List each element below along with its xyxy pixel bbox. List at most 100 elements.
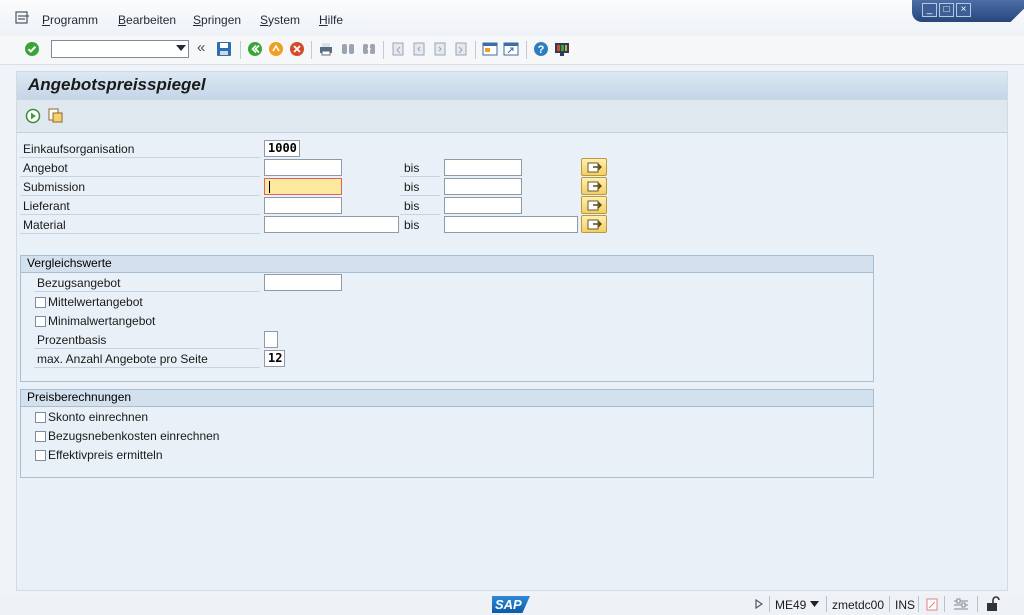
mittelwertangebot-label: Mittelwertangebot [48,295,143,309]
row-divider [20,195,260,196]
bezugsangebot-label: Bezugsangebot [37,276,121,290]
server-name: zmetdc00 [832,598,885,612]
lieferant-label: Lieferant [23,199,70,213]
material-label: Material [23,218,66,232]
menu-icon[interactable] [15,11,31,25]
bezugsangebot-field[interactable] [264,274,342,291]
material-from-field[interactable] [264,216,399,233]
document-icon [926,598,938,611]
submission-label: Submission [23,180,86,194]
menu-programm[interactable]: Programm [42,13,98,27]
next-page-icon[interactable] [432,41,448,57]
menu-hilfe[interactable]: Hilfe [319,13,343,27]
last-page-icon[interactable] [453,41,469,57]
row-divider [400,176,440,177]
command-field[interactable] [51,40,189,58]
einkaufsorganisation-field[interactable]: 1000 [264,140,300,157]
arrow-right-icon [587,219,602,230]
effektivpreis-label: Effektivpreis ermitteln [48,448,163,462]
text-cursor [269,181,270,193]
prozentbasis-field[interactable] [264,331,278,348]
menu-system[interactable]: System [260,13,300,27]
menu-springen[interactable]: Springen [193,13,241,27]
unlock-icon[interactable] [985,596,1003,612]
first-page-icon[interactable] [390,41,406,57]
mittelwertangebot-checkbox[interactable] [35,297,46,308]
row-divider [400,214,440,215]
lieferant-from-field[interactable] [264,197,342,214]
execute-icon[interactable] [25,108,41,124]
minimalwertangebot-checkbox[interactable] [35,316,46,327]
preisberechnungen-title: Preisberechnungen [21,390,873,407]
material-bis-label: bis [404,218,420,232]
angebot-to-field[interactable] [444,159,522,176]
application-toolbar [17,100,1007,133]
back-icon[interactable] [247,41,263,57]
row-divider [20,157,260,158]
lieferant-to-field[interactable] [444,197,522,214]
svg-text:?: ? [538,44,545,56]
chevron-down-icon[interactable] [810,601,819,607]
window-controls: _ □ × [912,0,1024,22]
arrow-right-icon [587,181,602,192]
play-triangle-icon[interactable] [755,599,763,609]
find-next-icon[interactable] [361,41,377,57]
enter-check-icon[interactable] [24,41,40,57]
effektivpreis-checkbox[interactable] [35,450,46,461]
new-session-icon[interactable] [482,41,498,57]
exit-icon[interactable] [268,41,284,57]
row-divider [20,233,260,234]
row-divider [20,176,260,177]
bezugsnebenkosten-checkbox[interactable] [35,431,46,442]
max-anzahl-field[interactable]: 12 [264,350,285,367]
save-icon[interactable] [216,41,232,57]
einkaufsorganisation-label: Einkaufsorganisation [23,142,135,156]
submission-bis-label: bis [404,180,420,194]
close-icon[interactable]: × [956,3,971,17]
row-divider [20,214,260,215]
skonto-checkbox[interactable] [35,412,46,423]
angebot-from-field[interactable] [264,159,342,176]
previous-page-icon[interactable] [411,41,427,57]
variant-icon[interactable] [47,107,64,124]
transaction-code: ME49 [775,598,807,612]
material-multiple-selection-button[interactable] [581,215,607,233]
standard-toolbar: « ? [0,36,1024,65]
angebot-multiple-selection-button[interactable] [581,158,607,176]
page-title: Angebotspreisspiegel [28,75,206,94]
minimalwertangebot-label: Minimalwertangebot [48,314,156,328]
angebot-bis-label: bis [404,161,420,175]
material-to-field[interactable] [444,216,578,233]
lieferant-multiple-selection-button[interactable] [581,196,607,214]
row-divider [34,348,260,349]
bezugsnebenkosten-label: Bezugsnebenkosten einrechnen [48,429,220,443]
find-icon[interactable] [340,41,356,57]
chevron-down-icon[interactable] [176,45,186,51]
menu-bearbeiten[interactable]: Bearbeiten [118,13,176,27]
maximize-icon[interactable]: □ [939,3,954,17]
submission-from-field[interactable] [264,178,342,195]
double-left-arrow-icon[interactable]: « [197,39,213,56]
menu-bar: Programm Bearbeiten Springen System Hilf… [0,0,1024,36]
lieferant-bis-label: bis [404,199,420,213]
help-icon[interactable]: ? [533,41,549,57]
insert-mode[interactable]: INS [895,598,915,612]
shortcut-icon[interactable] [503,41,519,57]
prozentbasis-label: Prozentbasis [37,333,107,347]
print-icon[interactable] [318,41,334,57]
sap-logo: SAP [492,596,530,613]
vergleichswerte-title: Vergleichswerte [21,256,873,273]
row-divider [400,195,440,196]
settings-sliders-icon[interactable] [953,598,969,611]
arrow-right-icon [587,200,602,211]
angebot-label: Angebot [23,161,68,175]
cancel-icon[interactable] [289,41,305,57]
submission-multiple-selection-button[interactable] [581,177,607,195]
row-divider [34,367,260,368]
submission-to-field[interactable] [444,178,522,195]
minimize-icon[interactable]: _ [922,3,937,17]
max-anzahl-label: max. Anzahl Angebote pro Seite [37,352,208,366]
arrow-right-icon [587,162,602,173]
customize-layout-icon[interactable] [554,41,570,57]
skonto-label: Skonto einrechnen [48,410,149,424]
